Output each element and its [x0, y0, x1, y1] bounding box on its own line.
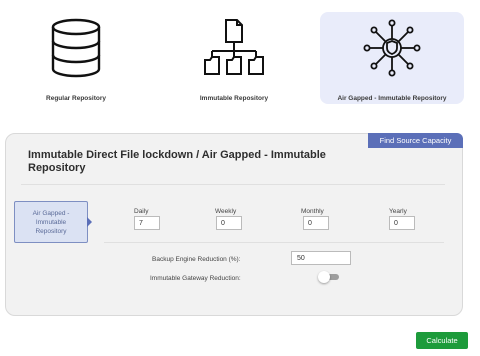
weekly-label: Weekly	[215, 208, 237, 215]
immutable-gateway-reduction-toggle[interactable]	[318, 271, 340, 283]
side-tab-arrow	[87, 217, 92, 227]
yearly-label: Yearly	[389, 208, 407, 215]
repo-label-airgap: Air Gapped - Immutable Repository	[337, 95, 447, 102]
repository-config-panel: Find Source Capacity Immutable Direct Fi…	[5, 133, 463, 316]
divider	[21, 184, 445, 185]
yearly-input[interactable]	[389, 216, 415, 230]
immutable-gateway-reduction-label: Immutable Gateway Reduction:	[150, 275, 241, 282]
panel-title: Immutable Direct File lockdown / Air Gap…	[28, 149, 326, 174]
repo-card-immutable[interactable]: Immutable Repository	[170, 12, 298, 104]
backup-engine-reduction-input[interactable]	[291, 251, 351, 265]
daily-input[interactable]	[134, 216, 160, 230]
repo-label-immutable: Immutable Repository	[199, 95, 269, 102]
repo-card-regular[interactable]: Regular Repository	[12, 12, 140, 104]
calculate-button[interactable]: Calculate	[416, 332, 468, 349]
find-source-capacity-button[interactable]: Find Source Capacity	[368, 133, 463, 148]
repo-label-regular: Regular Repository	[46, 95, 106, 102]
weekly-input[interactable]	[216, 216, 242, 230]
folder-hierarchy-icon	[204, 18, 264, 83]
backup-engine-reduction-label: Backup Engine Reduction (%):	[152, 256, 241, 263]
repo-card-airgap[interactable]: Air Gapped - Immutable Repository	[320, 12, 464, 104]
monthly-input[interactable]	[303, 216, 329, 230]
side-tab-airgap[interactable]: Air Gapped - Immutable Repository	[14, 201, 88, 243]
toggle-knob	[318, 271, 330, 283]
monthly-label: Monthly	[301, 208, 324, 215]
shield-network-icon	[362, 18, 422, 83]
daily-label: Daily	[134, 208, 149, 215]
database-icon	[50, 18, 102, 83]
divider	[104, 242, 444, 243]
